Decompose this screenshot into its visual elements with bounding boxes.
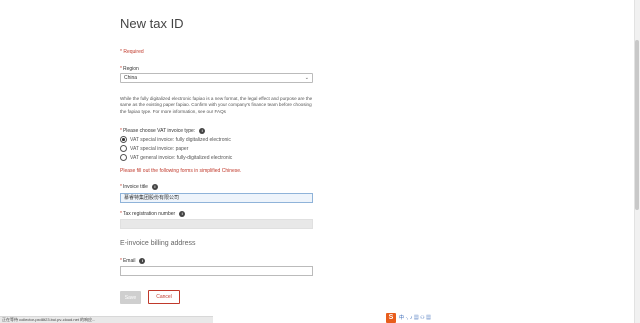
vertical-scrollbar[interactable] bbox=[634, 0, 640, 323]
radio-option-special-paper[interactable]: VAT special invoice: paper bbox=[120, 145, 188, 152]
simplified-chinese-warning: Please fill out the following forms in s… bbox=[120, 168, 242, 174]
cancel-button[interactable]: Cancel bbox=[148, 290, 180, 304]
tax-number-label-text: Tax registration number bbox=[122, 211, 176, 217]
required-star: * bbox=[120, 258, 122, 264]
required-note: * Required bbox=[120, 49, 144, 55]
required-star: * bbox=[120, 184, 122, 190]
region-label-text: Region bbox=[122, 66, 139, 72]
radio-option-special-digital[interactable]: VAT special invoice: fully digitalized e… bbox=[120, 136, 231, 143]
radio-label: VAT special invoice: paper bbox=[130, 145, 189, 152]
invoice-title-value: 慕睿特集团股份有限公司 bbox=[124, 195, 180, 201]
invoice-title-label: * Invoice title i bbox=[120, 184, 158, 190]
invoice-title-input[interactable]: 慕睿特集团股份有限公司 bbox=[120, 193, 313, 203]
fapiao-description: While the fully digitalized electronic f… bbox=[120, 96, 313, 114]
radio-button[interactable] bbox=[120, 145, 127, 152]
sogou-logo-icon[interactable]: S bbox=[386, 312, 396, 323]
billing-section-heading: E-invoice billing address bbox=[120, 240, 196, 247]
info-icon[interactable]: i bbox=[179, 211, 186, 217]
invoice-title-label-text: Invoice title bbox=[122, 184, 148, 190]
radio-label: VAT general invoice: fully-digitalized e… bbox=[130, 154, 233, 161]
region-label: * Region bbox=[120, 66, 139, 72]
chevron-down-icon: ⌄ bbox=[304, 75, 309, 81]
ime-toolbar-items[interactable]: 中 ·, ♪ ▦ ⚇ ▦ bbox=[399, 313, 431, 323]
save-button[interactable]: Save bbox=[120, 291, 141, 304]
email-input[interactable] bbox=[120, 266, 313, 276]
radio-button[interactable] bbox=[120, 154, 127, 161]
tax-number-label: * Tax registration number i bbox=[120, 211, 186, 217]
page-title: New tax ID bbox=[120, 16, 184, 31]
radio-option-general-digital[interactable]: VAT general invoice: fully-digitalized e… bbox=[120, 154, 232, 161]
radio-button-checked[interactable] bbox=[120, 136, 127, 143]
page: New tax ID * Required * Region China ⌄ W… bbox=[0, 0, 640, 323]
invoice-type-label-text: Please choose VAT invoice type: bbox=[122, 128, 196, 134]
scrollbar-thumb[interactable] bbox=[635, 40, 639, 210]
info-icon[interactable]: i bbox=[199, 128, 206, 134]
email-label-text: Email bbox=[122, 258, 136, 264]
invoice-type-label: * Please choose VAT invoice type: i bbox=[120, 128, 206, 134]
info-icon[interactable]: i bbox=[151, 184, 158, 190]
ime-toolbar: S 中 ·, ♪ ▦ ⚇ ▦ bbox=[386, 312, 431, 323]
browser-status-bar: 正在等待 collector-pxd8t23.bui.pv-cloud.net … bbox=[0, 316, 213, 323]
region-select-value: China bbox=[124, 75, 138, 81]
region-select[interactable]: China ⌄ bbox=[120, 73, 313, 83]
radio-label: VAT special invoice: fully digitalized e… bbox=[130, 136, 231, 143]
required-star: * bbox=[120, 211, 122, 217]
info-icon[interactable]: i bbox=[139, 258, 146, 264]
tax-number-input[interactable] bbox=[120, 219, 313, 229]
email-label: * Email i bbox=[120, 258, 146, 264]
required-star: * bbox=[120, 128, 122, 134]
required-star: * bbox=[120, 66, 122, 72]
